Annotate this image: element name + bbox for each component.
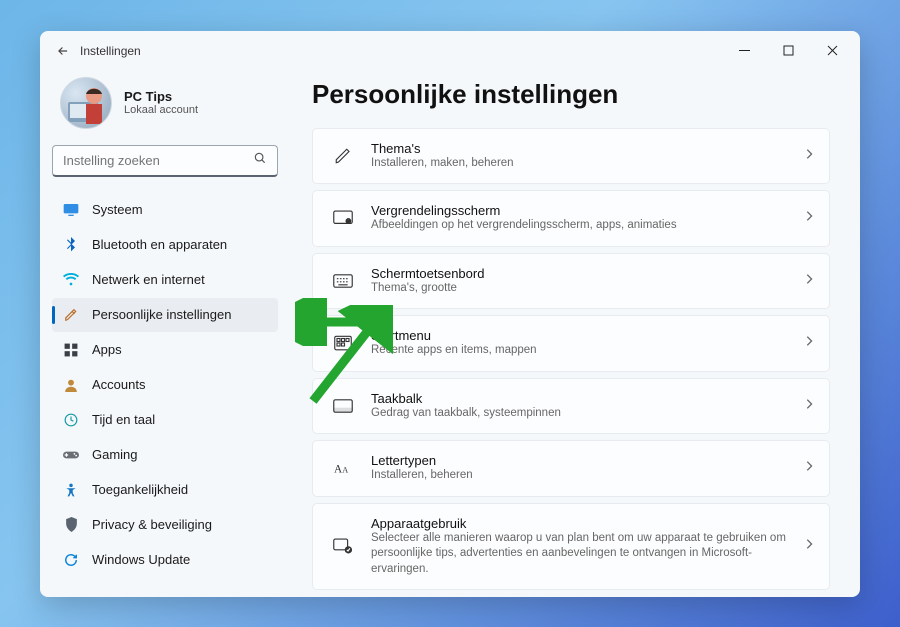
card-text: Thema's Installeren, maken, beheren [371,141,805,172]
card-subtitle: Thema's, grootte [371,281,805,297]
avatar [60,77,112,129]
window-title: Instellingen [80,44,141,58]
personal-icon [62,308,80,322]
sidebar-item-label: Bluetooth en apparaten [92,237,227,252]
card-title: Apparaatgebruik [371,516,805,531]
card-text: Taakbalk Gedrag van taakbalk, systeempin… [371,391,805,422]
sidebar-item-time[interactable]: Tijd en taal [52,403,278,437]
update-icon [62,553,80,567]
cards-list: Thema's Installeren, maken, beheren Verg… [312,128,830,591]
sidebar-item-gaming[interactable]: Gaming [52,438,278,472]
sidebar-item-label: Accounts [92,377,145,392]
lock-icon [329,210,357,226]
card-touchkb[interactable]: Schermtoetsenbord Thema's, grootte [312,253,830,310]
card-subtitle: Installeren, beheren [371,468,805,484]
network-icon [62,273,80,287]
sidebar-item-label: Netwerk en internet [92,272,205,287]
sidebar-item-label: Tijd en taal [92,412,155,427]
usage-icon [329,538,357,554]
sidebar-item-label: Gaming [92,447,138,462]
card-title: Startmenu [371,328,805,343]
search-icon [253,151,267,170]
svg-text:A: A [342,466,348,475]
card-themes[interactable]: Thema's Installeren, maken, beheren [312,128,830,185]
card-usage[interactable]: Apparaatgebruik Selecteer alle manieren … [312,503,830,591]
time-icon [62,413,80,427]
card-subtitle: Gedrag van taakbalk, systeempinnen [371,406,805,422]
sidebar-item-privacy[interactable]: Privacy & beveiliging [52,508,278,542]
profile[interactable]: PC Tips Lokaal account [52,71,278,145]
sidebar-item-label: Systeem [92,202,143,217]
sidebar-item-update[interactable]: Windows Update [52,543,278,577]
bluetooth-icon [62,237,80,253]
sidebar-item-label: Windows Update [92,552,190,567]
card-title: Schermtoetsenbord [371,266,805,281]
profile-name: PC Tips [124,89,198,104]
card-subtitle: Recente apps en items, mappen [371,343,805,359]
sidebar-item-apps[interactable]: Apps [52,333,278,367]
sidebar-item-bluetooth[interactable]: Bluetooth en apparaten [52,228,278,262]
sidebar-item-personal[interactable]: Persoonlijke instellingen [52,298,278,332]
card-subtitle: Selecteer alle manieren waarop u van pla… [371,531,805,578]
card-text: Vergrendelingsscherm Afbeeldingen op het… [371,203,805,234]
minimize-button[interactable] [722,31,766,71]
system-icon [62,203,80,217]
sidebar-item-label: Toegankelijkheid [92,482,188,497]
profile-sub: Lokaal account [124,104,198,116]
sidebar-item-label: Persoonlijke instellingen [92,307,231,322]
card-text: Schermtoetsenbord Thema's, grootte [371,266,805,297]
privacy-icon [62,517,80,532]
card-title: Taakbalk [371,391,805,406]
sidebar-item-system[interactable]: Systeem [52,193,278,227]
card-taskbar[interactable]: Taakbalk Gedrag van taakbalk, systeempin… [312,378,830,435]
sidebar-item-access[interactable]: Toegankelijkheid [52,473,278,507]
settings-window: Instellingen PC Tips [40,31,860,597]
search-box[interactable] [52,145,278,177]
main: Persoonlijke instellingen Thema's Instal… [290,71,860,597]
chevron-right-icon [805,209,813,227]
sidebar-item-accounts[interactable]: Accounts [52,368,278,402]
card-lock[interactable]: Vergrendelingsscherm Afbeeldingen op het… [312,190,830,247]
chevron-right-icon [805,334,813,352]
card-start[interactable]: Startmenu Recente apps en items, mappen [312,315,830,372]
card-subtitle: Afbeeldingen op het vergrendelingsscherm… [371,218,805,234]
gaming-icon [62,449,80,461]
chevron-right-icon [805,147,813,165]
card-text: Apparaatgebruik Selecteer alle manieren … [371,516,805,578]
chevron-right-icon [805,537,813,555]
sidebar-item-label: Apps [92,342,122,357]
card-title: Lettertypen [371,453,805,468]
chevron-right-icon [805,397,813,415]
card-text: Lettertypen Installeren, beheren [371,453,805,484]
chevron-right-icon [805,459,813,477]
back-button[interactable] [46,44,80,58]
card-title: Vergrendelingsscherm [371,203,805,218]
card-text: Startmenu Recente apps en items, mappen [371,328,805,359]
access-icon [62,483,80,497]
search-input[interactable] [63,153,253,168]
nav: Systeem Bluetooth en apparaten Netwerk en … [52,193,278,577]
apps-icon [62,343,80,357]
close-button[interactable] [810,31,854,71]
taskbar-icon [329,399,357,413]
maximize-button[interactable] [766,31,810,71]
content: PC Tips Lokaal account Systeem Bluetooth … [40,71,860,597]
touchkb-icon [329,274,357,288]
card-fonts[interactable]: AA Lettertypen Installeren, beheren [312,440,830,497]
profile-text: PC Tips Lokaal account [124,89,198,116]
sidebar-item-label: Privacy & beveiliging [92,517,212,532]
fonts-icon: AA [329,460,357,476]
chevron-right-icon [805,272,813,290]
themes-icon [329,147,357,165]
window-controls [722,31,854,71]
start-icon [329,335,357,351]
page-title: Persoonlijke instellingen [312,79,830,110]
sidebar-item-network[interactable]: Netwerk en internet [52,263,278,297]
titlebar: Instellingen [40,31,860,71]
card-title: Thema's [371,141,805,156]
accounts-icon [62,378,80,392]
card-subtitle: Installeren, maken, beheren [371,156,805,172]
sidebar: PC Tips Lokaal account Systeem Bluetooth … [40,71,290,597]
